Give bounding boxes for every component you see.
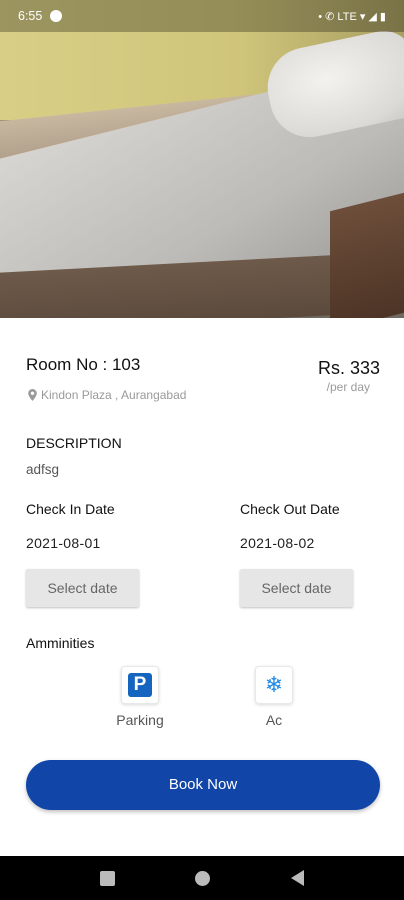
room-location: Kindon Plaza , Aurangabad — [28, 388, 186, 402]
photo-bed-frame — [330, 188, 404, 318]
snowflake-icon: ❄ — [264, 672, 284, 697]
room-title: Room No : 103 — [26, 355, 141, 374]
location-pin-icon — [28, 389, 37, 401]
room-location-text: Kindon Plaza , Aurangabad — [41, 388, 187, 402]
check-out-value: 2021-08-02 — [240, 535, 315, 551]
check-out-select-date-button[interactable]: Select date — [240, 569, 353, 607]
amenity-ac: ❄ Ac — [234, 666, 314, 728]
parking-icon-box: P — [121, 666, 159, 704]
amenity-parking: P Parking — [100, 666, 180, 728]
status-bar: 6:55 • ✆ LTE ▾ ◢ ▮ — [0, 0, 404, 32]
amenity-label: Ac — [265, 712, 283, 728]
back-icon[interactable] — [290, 870, 304, 886]
amenities-heading: Amminities — [26, 635, 95, 651]
amenity-label: Parking — [116, 712, 164, 728]
description-text: adfsg — [26, 462, 60, 477]
check-out-label: Check Out Date — [240, 501, 340, 517]
room-photo — [0, 0, 404, 318]
status-time: 6:55 — [18, 9, 43, 23]
room-price: Rs. 333 — [317, 358, 380, 378]
status-indicators: • ✆ LTE ▾ ◢ ▮ — [318, 10, 386, 23]
ac-icon-box: ❄ — [255, 666, 293, 704]
check-in-select-date-button[interactable]: Select date — [26, 569, 139, 607]
recents-icon[interactable] — [100, 870, 116, 886]
system-nav-bar — [0, 856, 404, 900]
home-icon[interactable] — [195, 870, 211, 886]
parking-icon: P — [128, 673, 152, 697]
check-in-label: Check In Date — [26, 501, 115, 517]
price-unit: /per day — [326, 380, 370, 394]
book-now-button[interactable]: Book Now — [26, 760, 380, 810]
description-heading: DESCRIPTION — [26, 435, 122, 451]
app-notification-icon — [50, 10, 63, 22]
check-in-value: 2021-08-01 — [26, 535, 101, 551]
